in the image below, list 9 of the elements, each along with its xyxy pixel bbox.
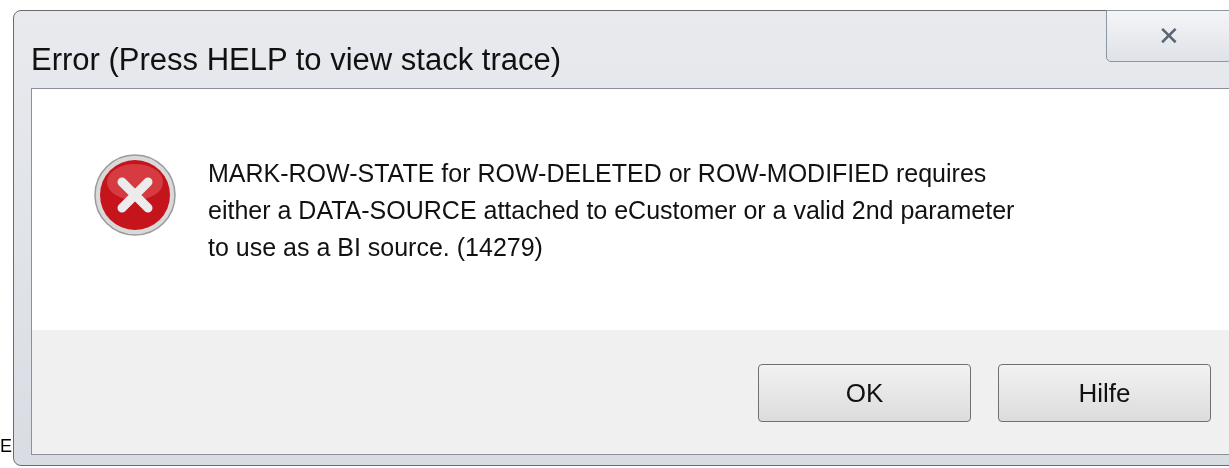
dialog-button[interactable]: Hilfe [998, 364, 1211, 422]
message-text: MARK-ROW-STATE for ROW-DELETED or ROW-MODIFIED requires [208, 158, 988, 189]
close-button[interactable]: ✕ [1106, 10, 1229, 62]
message-text: either a DATA-SOURCE attached to eCustomer or a valid 2nd parameter [208, 195, 1015, 226]
message-text: to use as a BI source. (14279) [208, 232, 544, 263]
dialog-button[interactable]: OK [758, 364, 971, 422]
error-icon [94, 154, 176, 236]
background-letter: E [0, 437, 12, 455]
window-title: Error (Press HELP to view stack trace) [31, 41, 562, 79]
